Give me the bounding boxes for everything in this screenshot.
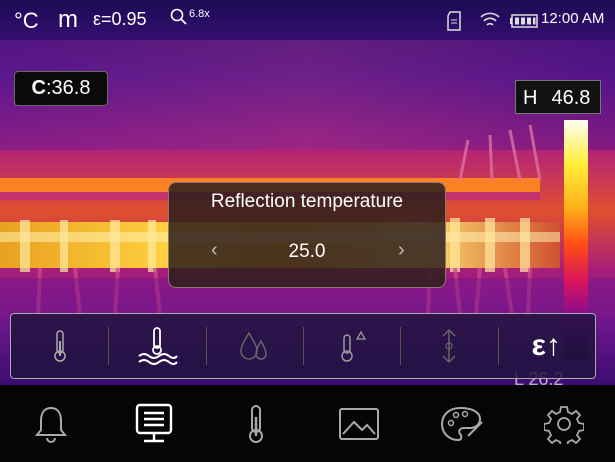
thermometer-icon — [249, 404, 264, 443]
param-temperature-offset[interactable] — [302, 314, 400, 378]
dialog-title: Reflection temperature — [210, 191, 404, 212]
center-temperature-readout: C:36.8 — [14, 71, 108, 106]
sd-card-icon — [447, 11, 461, 31]
increase-arrow[interactable]: › — [398, 239, 405, 262]
zoom-value: 6.8x — [189, 8, 210, 20]
reflection-temperature-dialog: Reflection temperature ‹ 25.0 › — [168, 182, 446, 288]
emissivity-value[interactable]: ε=0.95 — [93, 9, 147, 30]
high-temperature-readout: H 46.8 — [515, 80, 601, 114]
nav-alarm[interactable] — [0, 385, 103, 462]
bell-icon — [35, 406, 68, 443]
gear-icon — [543, 405, 584, 444]
bottom-navigation — [0, 385, 615, 462]
high-readout-label: H — [523, 87, 538, 109]
zoom-indicator[interactable]: 6.8x — [170, 8, 210, 26]
temperature-offset-icon — [340, 330, 366, 362]
nav-display[interactable] — [103, 385, 206, 462]
nav-settings[interactable] — [513, 385, 615, 462]
nav-measurement[interactable] — [205, 385, 308, 462]
palette-icon — [441, 406, 483, 441]
parameter-strip: ε↑ — [10, 313, 596, 379]
status-bar: °C m ε=0.95 6.8x 12:00 AM — [0, 0, 615, 40]
param-ambient-temperature[interactable] — [11, 314, 108, 378]
distance-icon — [442, 328, 456, 364]
temperature-unit[interactable]: °C — [14, 8, 39, 34]
center-readout-value: :36.8 — [45, 77, 91, 99]
high-readout-value: 46.8 — [551, 87, 591, 109]
clock: 12:00 AM — [541, 10, 605, 27]
param-distance[interactable] — [400, 314, 497, 378]
monitor-icon — [135, 403, 172, 442]
wifi-icon — [480, 12, 500, 26]
humidity-icon — [240, 331, 268, 360]
magnifier-icon — [170, 8, 187, 25]
image-icon — [338, 407, 379, 440]
thermal-camera-screen: °C m ε=0.95 6.8x 12:00 AM C:36.8 H 46.8 L… — [0, 0, 615, 462]
measure-mode[interactable]: m — [58, 6, 78, 34]
param-humidity[interactable] — [205, 314, 303, 378]
thermometer-icon — [53, 330, 66, 362]
nav-gallery[interactable] — [308, 385, 411, 462]
param-emissivity[interactable]: ε↑ — [497, 314, 595, 378]
nav-palette[interactable] — [410, 385, 513, 462]
reflection-temperature-icon — [138, 327, 178, 365]
param-reflection-temperature[interactable] — [108, 314, 205, 378]
center-readout-label: C — [31, 77, 46, 99]
emissivity-icon: ε↑ — [531, 329, 561, 362]
battery-icon — [510, 14, 538, 28]
